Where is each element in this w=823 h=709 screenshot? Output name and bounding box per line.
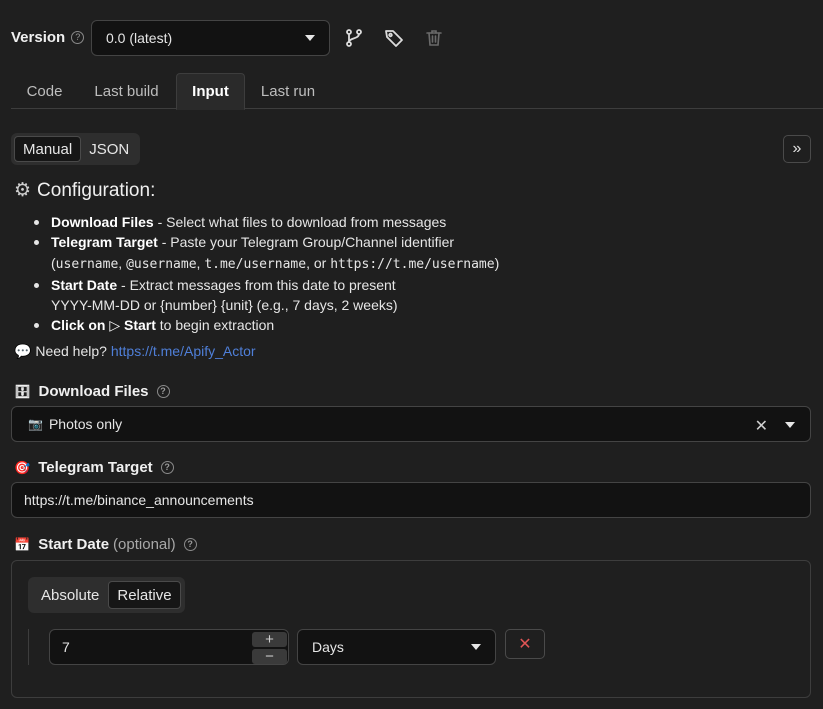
download-files-select[interactable]: 📷 Photos only ✕ <box>11 406 811 442</box>
clear-icon[interactable]: ✕ <box>755 416 768 436</box>
close-icon: ✕ <box>518 636 532 653</box>
expand-panel-button[interactable]: » <box>783 135 811 163</box>
double-chevron-right-icon: » <box>792 140 802 157</box>
chevron-down-icon <box>471 644 481 650</box>
target-icon: 🎯 <box>14 459 31 475</box>
gear-icon: ⚙ <box>14 180 32 201</box>
tag-icon[interactable] <box>384 28 404 48</box>
list-item: Start Date - Extract messages from this … <box>32 275 592 316</box>
target-formats: (username, @username, t.me/username, or … <box>51 254 500 272</box>
help-icon[interactable]: ? <box>156 385 170 398</box>
tab-input[interactable]: Input <box>176 73 245 110</box>
telegram-target-input[interactable]: https://t.me/binance_announcements <box>11 482 811 518</box>
list-item: Telegram Target - Paste your Telegram Gr… <box>32 232 592 275</box>
telegram-target-label: 🎯 Telegram Target ? <box>14 459 174 476</box>
help-icon[interactable]: ? <box>71 31 85 44</box>
optional-tag: (optional) <box>113 536 176 553</box>
speech-bubble-icon: 💬 <box>14 343 32 359</box>
chevron-down-icon <box>785 422 795 428</box>
version-label: Version <box>11 29 66 46</box>
mode-manual-button[interactable]: Manual <box>14 136 82 162</box>
telegram-target-value: https://t.me/binance_announcements <box>24 492 254 508</box>
quantity-value: 7 <box>62 639 70 655</box>
tab-last-run[interactable]: Last run <box>245 73 331 109</box>
trash-icon[interactable] <box>424 28 444 48</box>
input-mode-toggle: Manual JSON <box>11 133 141 165</box>
tab-code[interactable]: Code <box>11 73 78 109</box>
download-files-value: Photos only <box>48 416 123 432</box>
help-icon[interactable]: ? <box>160 461 174 474</box>
help-link[interactable]: https://t.me/Apify_Actor <box>111 343 256 359</box>
config-list: Download Files - Select what files to do… <box>32 212 592 336</box>
camera-icon: 📷 <box>28 417 43 431</box>
download-files-label: 🗄 Download Files ? <box>14 383 170 400</box>
config-heading: ⚙ Configuration: <box>14 180 156 201</box>
start-date-label: 📅 Start Date (optional) ? <box>14 536 197 553</box>
git-branch-icon[interactable] <box>344 28 364 48</box>
mode-absolute-button[interactable]: Absolute <box>32 581 108 609</box>
remove-date-button[interactable]: ✕ <box>505 629 545 659</box>
version-select-value: 0.0 (latest) <box>106 30 173 46</box>
tab-bar: Code Last build Input Last run <box>11 73 823 110</box>
decrement-button[interactable]: − <box>252 649 287 664</box>
help-line: 💬 Need help? https://t.me/Apify_Actor <box>14 343 256 360</box>
help-text: Need help? <box>35 343 107 359</box>
divider <box>28 629 29 665</box>
mode-relative-button[interactable]: Relative <box>108 581 181 609</box>
version-select[interactable]: 0.0 (latest) <box>91 20 330 56</box>
list-item: Click on ▷ Start to begin extraction <box>32 315 592 335</box>
calendar-icon: 📅 <box>14 536 31 552</box>
increment-button[interactable]: + <box>252 632 287 647</box>
tab-last-build[interactable]: Last build <box>78 73 175 109</box>
date-formats: YYYY-MM-DD or {number} {unit} (e.g., 7 d… <box>51 297 398 314</box>
help-icon[interactable]: ? <box>183 538 197 551</box>
file-cabinet-icon: 🗄 <box>14 383 31 399</box>
date-mode-toggle: Absolute Relative <box>28 577 185 613</box>
unit-select-value: Days <box>312 639 344 655</box>
quantity-stepper[interactable]: 7 + − <box>49 629 289 665</box>
chevron-down-icon <box>305 35 315 41</box>
mode-json-button[interactable]: JSON <box>81 136 137 162</box>
list-item: Download Files - Select what files to do… <box>32 212 592 232</box>
unit-select[interactable]: Days <box>297 629 496 665</box>
